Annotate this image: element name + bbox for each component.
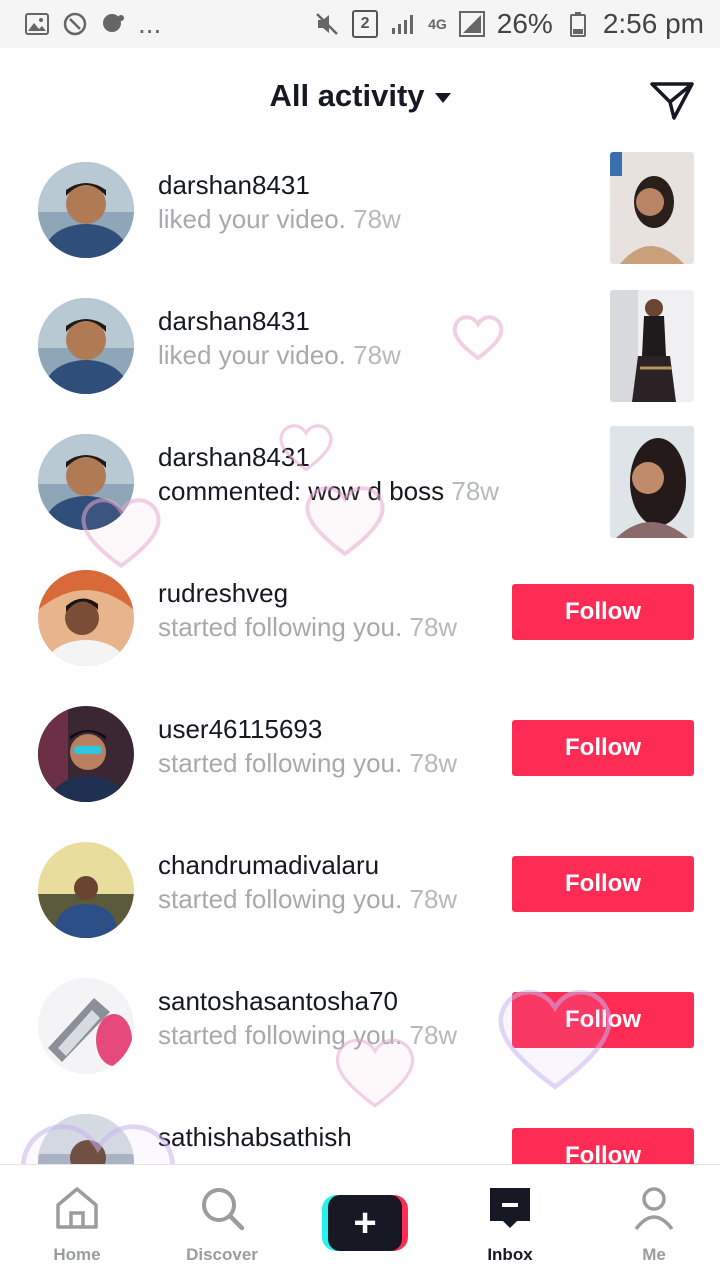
status-ellipsis: ... (138, 8, 162, 39)
status-bar-left: ... (24, 8, 161, 40)
nav-discover-label: Discover (186, 1245, 258, 1264)
nav-inbox-label: Inbox (487, 1245, 533, 1264)
list-item[interactable]: darshan8431 liked your video. 78w (0, 288, 720, 424)
list-item[interactable]: darshan8431 liked your video. 78w (0, 152, 720, 288)
avatar[interactable] (38, 434, 134, 530)
username[interactable]: darshan8431 (158, 442, 310, 473)
username[interactable]: rudreshveg (158, 578, 288, 609)
home-icon (56, 1187, 98, 1229)
nav-home-label: Home (53, 1245, 101, 1264)
activity-description: commented: wow d boss 78w (158, 476, 500, 506)
follow-button[interactable]: Follow (512, 584, 694, 640)
bottom-navigation: Home Discover + Inbox Me (0, 1164, 720, 1281)
video-thumbnail[interactable] (610, 426, 694, 538)
image-icon (24, 11, 50, 37)
username[interactable]: santoshasantosha70 (158, 986, 398, 1017)
username[interactable]: user46115693 (158, 714, 322, 745)
username[interactable]: chandrumadivalaru (158, 850, 379, 881)
send-icon (650, 82, 694, 120)
avatar[interactable] (38, 298, 134, 394)
sim-badge: 2 (352, 10, 379, 38)
follow-button[interactable]: Follow (512, 720, 694, 776)
plus-icon: + (328, 1195, 402, 1251)
profile-icon (634, 1187, 674, 1231)
activity-description: liked your video. 78w (158, 340, 401, 370)
page-title: All activity (269, 78, 425, 113)
avatar[interactable] (38, 978, 134, 1074)
username[interactable]: darshan8431 (158, 170, 310, 201)
nav-discover[interactable]: Discover (162, 1183, 282, 1273)
avatar[interactable] (38, 162, 134, 258)
search-icon (202, 1188, 245, 1231)
activity-description: started following you. 78w (158, 1020, 458, 1050)
status-bar-right: 2 4G 26% 2:56 pm (314, 8, 704, 40)
clock: 2:56 pm (602, 8, 704, 39)
battery-percent: 26% (496, 8, 553, 39)
list-item[interactable]: chandrumadivalaru started following you.… (0, 832, 720, 968)
caret-down-icon (434, 92, 451, 103)
signal-strength-icon (458, 11, 485, 37)
network-type: 4G (428, 16, 447, 32)
battery-icon (565, 11, 591, 37)
avatar[interactable] (38, 842, 134, 938)
direct-message-button[interactable] (648, 76, 696, 124)
create-video-button[interactable]: + (322, 1195, 408, 1251)
list-item[interactable]: user46115693 started following you. 78w … (0, 696, 720, 832)
list-item[interactable]: rudreshveg started following you. 78w Fo… (0, 560, 720, 696)
follow-button[interactable]: Follow (512, 856, 694, 912)
video-thumbnail[interactable] (610, 152, 694, 264)
activity-description: liked your video. 78w (158, 204, 401, 234)
activity-description: started following you. 78w (158, 748, 458, 778)
username[interactable]: darshan8431 (158, 306, 310, 337)
header: All activity (0, 48, 720, 152)
avatar[interactable] (38, 706, 134, 802)
chat-icon (100, 11, 126, 37)
nav-me-label: Me (642, 1245, 666, 1264)
list-item[interactable]: darshan8431 commented: wow d boss 78w (0, 424, 720, 560)
sync-icon (62, 11, 88, 37)
nav-home[interactable]: Home (17, 1183, 137, 1273)
list-item[interactable]: santoshasantosha70 started following you… (0, 968, 720, 1104)
inbox-icon (490, 1188, 530, 1228)
mute-icon (314, 11, 340, 37)
nav-inbox[interactable]: Inbox (450, 1183, 570, 1273)
username[interactable]: sathishabsathish (158, 1122, 352, 1153)
status-bar: ... 2 4G 26% 2:56 pm (0, 0, 720, 48)
follow-button[interactable]: Follow (512, 992, 694, 1048)
activity-description: started following you. 78w (158, 884, 458, 914)
signal-icon (390, 11, 416, 37)
activity-filter-dropdown[interactable]: All activity (0, 78, 720, 114)
video-thumbnail[interactable] (610, 290, 694, 402)
activity-description: started following you. 78w (158, 612, 458, 642)
nav-me[interactable]: Me (594, 1183, 714, 1273)
avatar[interactable] (38, 570, 134, 666)
